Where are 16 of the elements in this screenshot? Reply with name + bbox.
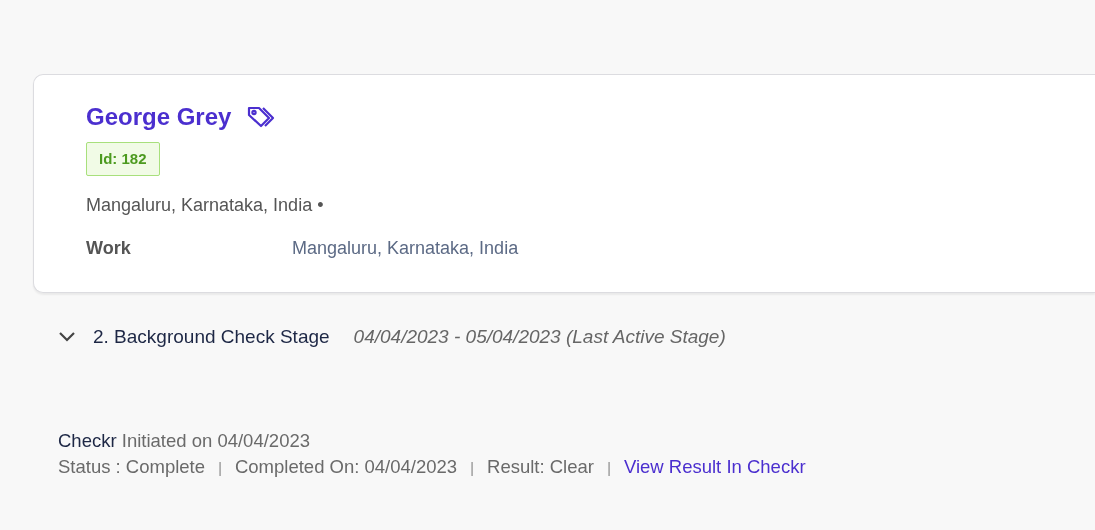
separator: | [218,460,222,477]
location-text: Mangaluru, Karnataka, India • [86,194,325,218]
stage-dates: 04/04/2023 - 05/04/2023 (Last Active Stage) [353,325,726,349]
detail-text: Completed On: 04/04/2023 [234,456,458,478]
view-result-link[interactable]: View Result In Checkr [623,456,806,478]
candidate-name: George Grey [86,103,232,132]
detail-text: Status : Complete [58,456,206,478]
stage-title: 2. Background Check Stage [93,325,330,349]
provider-name: Checkr [58,429,117,451]
separator: | [607,460,611,477]
field-label: Work [86,237,132,261]
detail-text: Result: Clear [487,456,594,478]
id-badge: Id: 182 [86,141,160,177]
initiated-text: Initiated on 04/04/2023 [121,429,310,451]
field-value: Mangaluru, Karnataka, India [292,237,519,261]
separator: | [470,460,474,477]
